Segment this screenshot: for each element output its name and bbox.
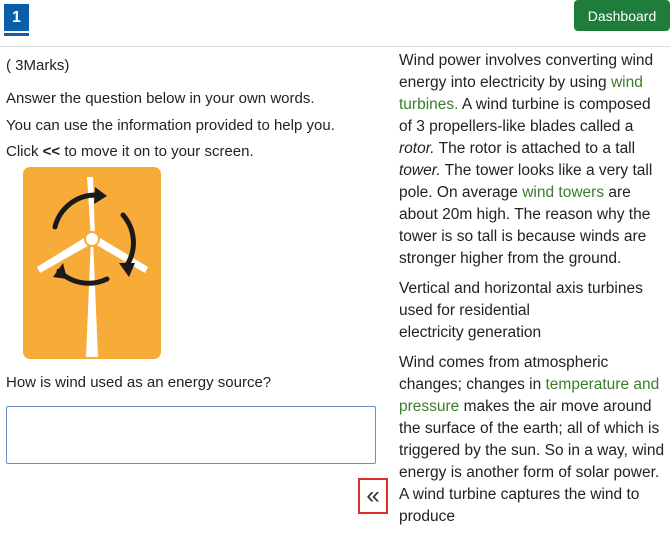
click-suffix: to move it on to your screen. bbox=[60, 143, 254, 160]
passage-text: The rotor is attached to a tall bbox=[434, 140, 636, 157]
info-passage: Wind power involves converting wind ener… bbox=[399, 50, 667, 536]
click-prefix: Click bbox=[6, 143, 43, 160]
wind-turbine-image bbox=[23, 167, 161, 359]
p2-line-3: electricity generation bbox=[399, 324, 542, 341]
active-tab-indicator bbox=[4, 33, 29, 36]
top-bar: 1 Dashboard bbox=[0, 0, 670, 47]
p2-line-2: used for residential bbox=[399, 302, 530, 319]
wind-turbine-icon bbox=[37, 177, 148, 357]
passage-paragraph-1: Wind power involves converting wind ener… bbox=[399, 50, 667, 270]
passage-text: makes the air move around the surface of… bbox=[399, 398, 665, 525]
move-symbol-text: << bbox=[42, 143, 61, 160]
passage-paragraph-3: Wind comes from atmospheric changes; cha… bbox=[399, 352, 667, 528]
passage-text: rotor. bbox=[399, 140, 435, 157]
passage-paragraph-2: Vertical and horizontal axis turbines us… bbox=[399, 278, 667, 344]
instruction-2: You can use the information provided to … bbox=[6, 117, 335, 134]
answer-textarea[interactable] bbox=[6, 406, 376, 464]
move-to-screen-button[interactable]: « bbox=[358, 478, 388, 514]
question-tab-1[interactable]: 1 bbox=[4, 4, 29, 31]
glossary-link[interactable]: wind towers bbox=[522, 184, 604, 201]
marks-label: ( 3Marks) bbox=[6, 57, 70, 74]
instruction-1: Answer the question below in your own wo… bbox=[6, 90, 315, 107]
p2-line-1: Vertical and horizontal axis turbines bbox=[399, 280, 643, 297]
question-prompt: How is wind used as an energy source? bbox=[6, 374, 272, 391]
instruction-3: Click << to move it on to your screen. bbox=[6, 143, 254, 161]
dashboard-button[interactable]: Dashboard bbox=[574, 0, 670, 31]
passage-text: tower. bbox=[399, 162, 441, 179]
